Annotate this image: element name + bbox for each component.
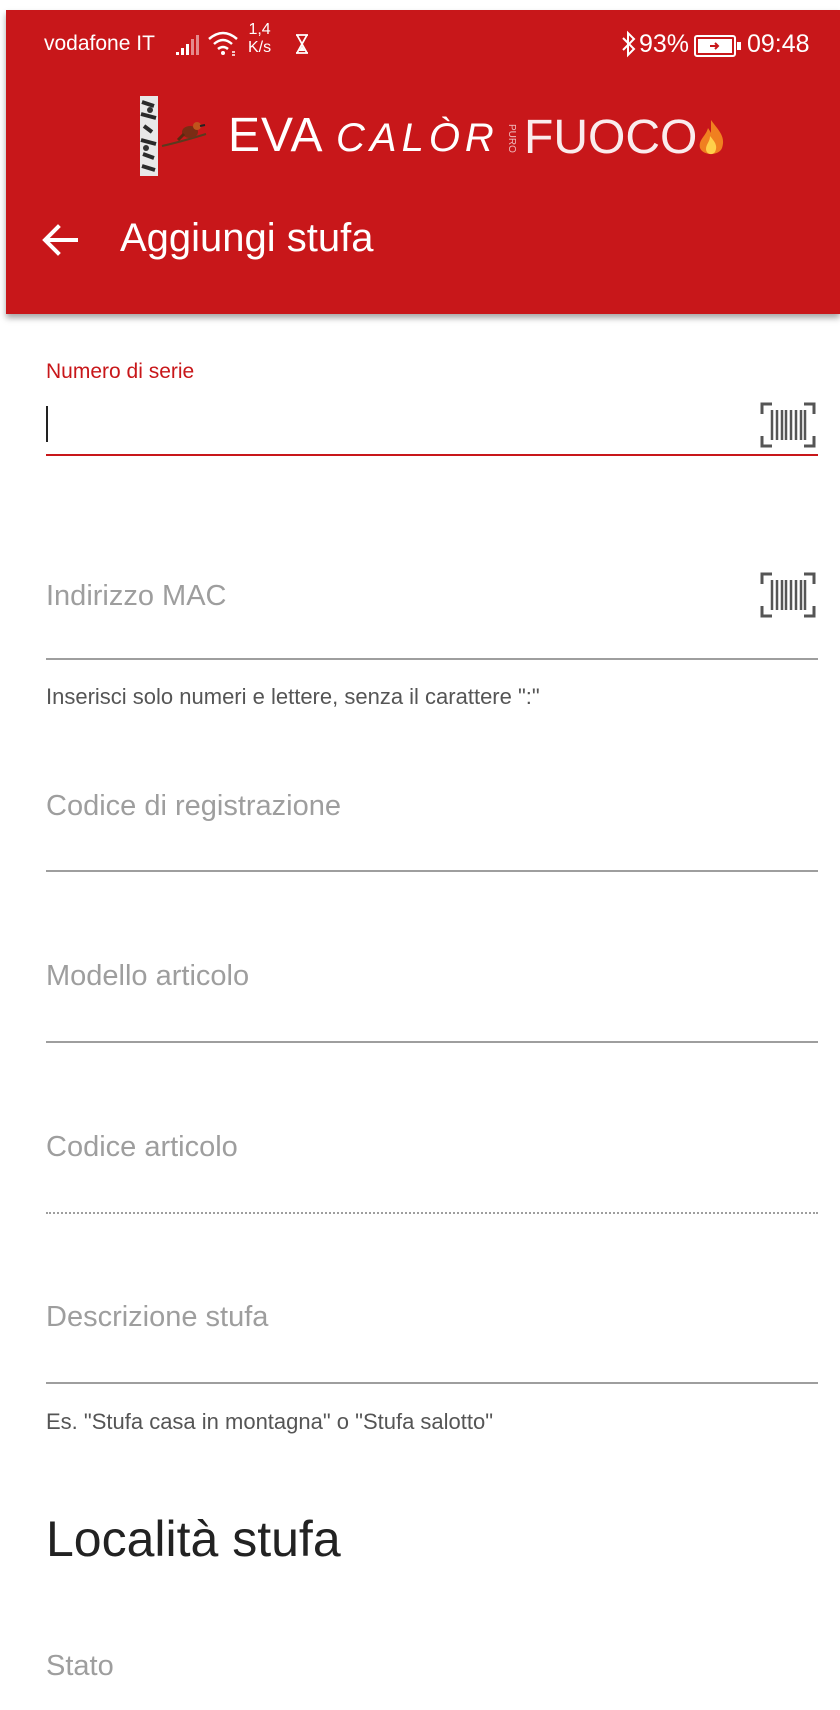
serial-number-field[interactable]: Numero di serie (46, 360, 818, 460)
serial-number-label: Numero di serie (46, 360, 195, 383)
logo-puro: PURO (506, 124, 517, 153)
registration-code-field[interactable]: Codice di registrazione (46, 790, 818, 880)
item-code-underline (46, 1212, 818, 1214)
logo-calor: CALÒR (336, 116, 499, 160)
arrow-left-icon (42, 224, 78, 256)
stove-description-placeholder: Descrizione stufa (46, 1301, 269, 1333)
barcode-scan-icon[interactable] (760, 402, 816, 448)
wifi-icon (208, 31, 238, 56)
stove-description-helper: Es. "Stufa casa in montagna" o "Stufa sa… (46, 1409, 494, 1434)
bird-art (161, 122, 207, 147)
bluetooth-icon (622, 30, 636, 58)
text-cursor (46, 406, 48, 442)
mac-address-placeholder: Indirizzo MAC (46, 580, 227, 612)
state-field[interactable]: Stato (46, 1650, 818, 1710)
speed-value: 1,4 (248, 21, 271, 38)
signal-icon (176, 35, 199, 55)
location-section-title: Località stufa (46, 1511, 341, 1567)
stove-description-field[interactable]: Descrizione stufa Es. "Stufa casa in mon… (46, 1301, 818, 1441)
brand-logo: EVA CALÒR PURO FUOCO (136, 86, 724, 186)
back-button[interactable] (30, 210, 90, 270)
network-speed: 1,4 K/s (248, 21, 271, 57)
page-title: Aggiungi stufa (120, 216, 374, 260)
item-model-placeholder: Modello articolo (46, 960, 250, 992)
hourglass-icon (296, 34, 308, 54)
battery-percent: 93% (639, 30, 690, 58)
item-code-placeholder: Codice articolo (46, 1131, 238, 1163)
stove-description-underline (46, 1382, 818, 1384)
carrier-name: vodafone IT (44, 32, 155, 55)
state-placeholder: Stato (46, 1650, 114, 1682)
app-header: vodafone IT 1,4 K/s 93% 09:48 EVA CALÒR … (6, 10, 840, 314)
registration-code-underline (46, 870, 818, 872)
tree-art (140, 96, 158, 176)
flame-icon (699, 120, 724, 155)
clock: 09:48 (747, 30, 810, 58)
mac-address-underline (46, 658, 818, 660)
registration-code-placeholder: Codice di registrazione (46, 790, 341, 822)
logo-eva: EVA (228, 109, 324, 162)
item-model-field[interactable]: Modello articolo (46, 960, 818, 1050)
barcode-scan-icon[interactable] (760, 572, 816, 618)
item-model-underline (46, 1041, 818, 1043)
battery-icon (694, 35, 741, 57)
mac-address-helper: Inserisci solo numeri e lettere, senza i… (46, 684, 540, 709)
app-screen: vodafone IT 1,4 K/s 93% 09:48 EVA CALÒR … (6, 10, 840, 1696)
status-bar: vodafone IT 1,4 K/s 93% 09:48 (6, 10, 840, 74)
logo-fuoco: FUOCO (524, 111, 698, 164)
item-code-field: Codice articolo (46, 1131, 818, 1221)
speed-unit: K/s (248, 39, 272, 56)
mac-address-field[interactable]: Indirizzo MAC Inserisci solo numeri e le… (46, 572, 818, 710)
serial-number-underline (46, 454, 818, 456)
